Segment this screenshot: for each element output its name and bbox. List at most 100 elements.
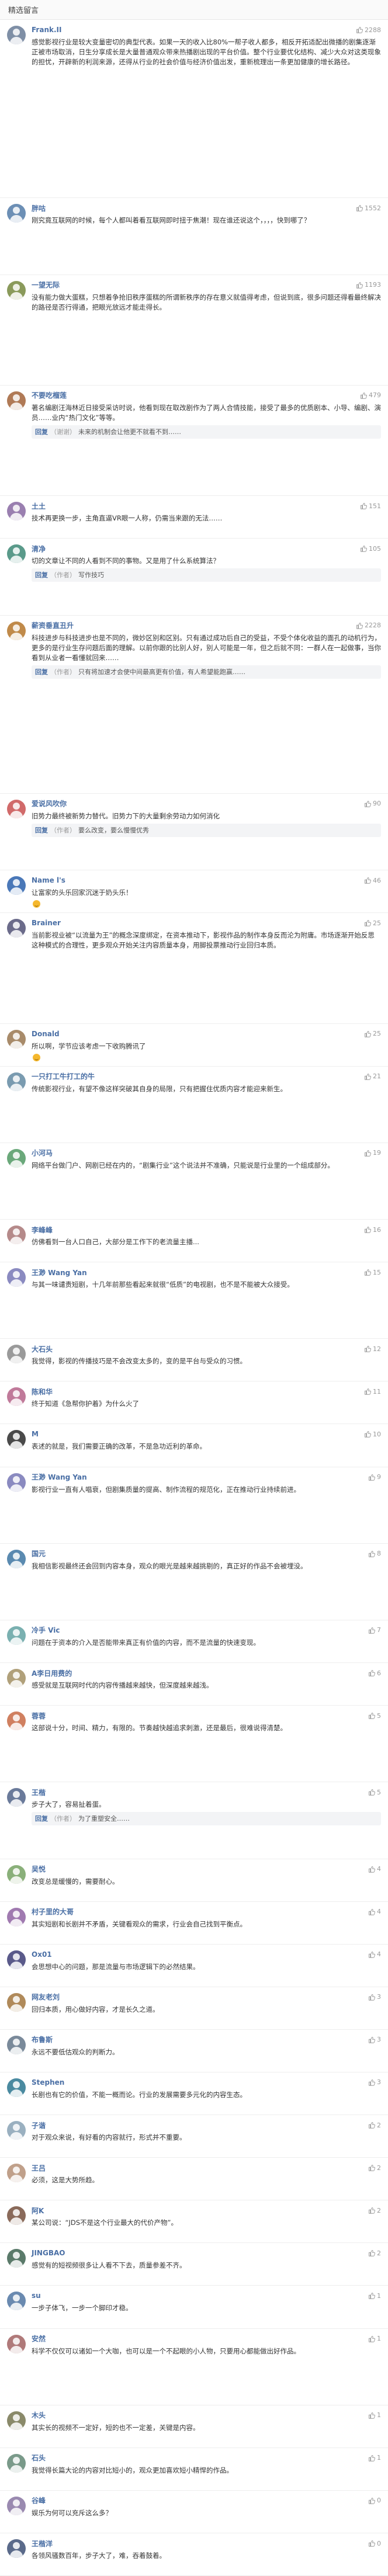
- like-button[interactable]: 2: [368, 2122, 381, 2129]
- comment-author[interactable]: JINGBAO: [32, 2249, 65, 2257]
- like-button[interactable]: 16: [364, 1226, 381, 1234]
- comment-author[interactable]: 王渺 Wang Yan: [32, 1472, 87, 1482]
- comment-author[interactable]: 网友老刘: [32, 1992, 60, 2002]
- avatar[interactable]: [7, 1148, 26, 1168]
- like-button[interactable]: 1: [368, 2411, 381, 2419]
- comment-author[interactable]: 不要吃榴莲: [32, 390, 67, 400]
- comment-author[interactable]: 薪资垂直丑升: [32, 620, 74, 630]
- avatar[interactable]: [7, 2496, 26, 2515]
- like-button[interactable]: 1552: [356, 204, 381, 212]
- comment-author[interactable]: 李峰峰: [32, 1225, 53, 1235]
- like-button[interactable]: 1: [368, 2454, 381, 2462]
- like-button[interactable]: 25: [364, 919, 381, 927]
- comment-author[interactable]: 大石头: [32, 1344, 53, 1354]
- avatar[interactable]: [7, 621, 26, 640]
- comment-author[interactable]: 一只打工牛打工的牛: [32, 1071, 95, 1081]
- avatar[interactable]: [7, 799, 26, 818]
- avatar[interactable]: [7, 1473, 26, 1492]
- comment-author[interactable]: 子谐: [32, 2120, 46, 2130]
- like-button[interactable]: 4: [368, 1865, 381, 1873]
- like-button[interactable]: 11: [364, 1388, 381, 1395]
- like-button[interactable]: 5: [368, 1712, 381, 1720]
- avatar[interactable]: [7, 2164, 26, 2183]
- avatar[interactable]: [7, 876, 26, 895]
- like-button[interactable]: 7: [368, 1626, 381, 1634]
- avatar[interactable]: [7, 1072, 26, 1091]
- avatar[interactable]: [7, 26, 26, 44]
- like-button[interactable]: 15: [364, 1269, 381, 1276]
- avatar[interactable]: [7, 502, 26, 521]
- comment-author[interactable]: 木头: [32, 2410, 46, 2420]
- avatar[interactable]: [7, 1865, 26, 1884]
- comment-author[interactable]: 布鲁斯: [32, 2035, 53, 2044]
- comment-author[interactable]: Name l's: [32, 876, 65, 884]
- like-button[interactable]: 2228: [356, 622, 381, 629]
- avatar[interactable]: [7, 1626, 26, 1645]
- comment-author[interactable]: 吴悦: [32, 1864, 46, 1874]
- comment-author[interactable]: 安然: [32, 2334, 46, 2344]
- comment-author[interactable]: 爱说风吹你: [32, 799, 67, 808]
- avatar[interactable]: [7, 1992, 26, 2012]
- like-button[interactable]: 9: [368, 1473, 381, 1481]
- avatar[interactable]: [7, 1788, 26, 1807]
- comment-author[interactable]: 蓉蓉: [32, 1711, 46, 1721]
- like-button[interactable]: 0: [368, 2540, 381, 2547]
- comment-author[interactable]: 王楷: [32, 1787, 46, 1797]
- comment-author[interactable]: Frank.II: [32, 26, 61, 34]
- comment-author[interactable]: 陈和华: [32, 1387, 53, 1397]
- avatar[interactable]: [7, 1430, 26, 1449]
- comment-author[interactable]: Stephen: [32, 2078, 64, 2087]
- avatar[interactable]: [7, 2334, 26, 2353]
- comment-author[interactable]: 村子里的大哥: [32, 1907, 74, 1917]
- avatar[interactable]: [7, 280, 26, 300]
- like-button[interactable]: 2: [368, 2207, 381, 2214]
- like-button[interactable]: 1: [368, 2335, 381, 2342]
- like-button[interactable]: 3: [368, 2036, 381, 2043]
- avatar[interactable]: [7, 1711, 26, 1731]
- like-button[interactable]: 2: [368, 2164, 381, 2172]
- like-button[interactable]: 19: [364, 1149, 381, 1157]
- comment-author[interactable]: 土土: [32, 501, 46, 511]
- like-button[interactable]: 10: [364, 1431, 381, 1438]
- avatar[interactable]: [7, 2035, 26, 2054]
- like-button[interactable]: 25: [364, 1030, 381, 1037]
- avatar[interactable]: [7, 2292, 26, 2311]
- comment-author[interactable]: Brainer: [32, 919, 61, 927]
- comment-author[interactable]: Ox01: [32, 1950, 52, 1959]
- avatar[interactable]: [7, 2121, 26, 2140]
- like-button[interactable]: 2: [368, 2249, 381, 2257]
- comment-author[interactable]: 石头: [32, 2453, 46, 2463]
- like-button[interactable]: 5: [368, 1789, 381, 1796]
- avatar[interactable]: [7, 1029, 26, 1049]
- comment-author[interactable]: 阿K: [32, 2206, 44, 2216]
- comment-author[interactable]: Donald: [32, 1030, 60, 1038]
- avatar[interactable]: [7, 1268, 26, 1287]
- like-button[interactable]: 6: [368, 1669, 381, 1677]
- avatar[interactable]: [7, 204, 26, 223]
- like-button[interactable]: 90: [364, 800, 381, 807]
- comment-author[interactable]: 王吕: [32, 2163, 46, 2173]
- comment-author[interactable]: 王渺 Wang Yan: [32, 1268, 87, 1277]
- comment-author[interactable]: 清净: [32, 544, 46, 554]
- comment-author[interactable]: 谷峰: [32, 2495, 46, 2505]
- avatar[interactable]: [7, 2249, 26, 2268]
- like-button[interactable]: 8: [368, 1550, 381, 1557]
- like-button[interactable]: 3: [368, 1993, 381, 2001]
- avatar[interactable]: [7, 391, 26, 410]
- avatar[interactable]: [7, 1387, 26, 1407]
- avatar[interactable]: [7, 2453, 26, 2473]
- comment-author[interactable]: 胖咕: [32, 203, 46, 213]
- like-button[interactable]: 46: [364, 877, 381, 884]
- like-button[interactable]: 105: [360, 545, 381, 553]
- like-button[interactable]: 3: [368, 2078, 381, 2086]
- comment-author[interactable]: 一望无际: [32, 280, 60, 290]
- avatar[interactable]: [7, 1225, 26, 1244]
- avatar[interactable]: [7, 919, 26, 938]
- like-button[interactable]: 479: [360, 391, 381, 399]
- avatar[interactable]: [7, 2411, 26, 2430]
- like-button[interactable]: 0: [368, 2497, 381, 2504]
- comment-author[interactable]: 冷手 Vic: [32, 1625, 60, 1635]
- like-button[interactable]: 4: [368, 1950, 381, 1958]
- comment-author[interactable]: su: [32, 2292, 41, 2300]
- avatar[interactable]: [7, 1907, 26, 1926]
